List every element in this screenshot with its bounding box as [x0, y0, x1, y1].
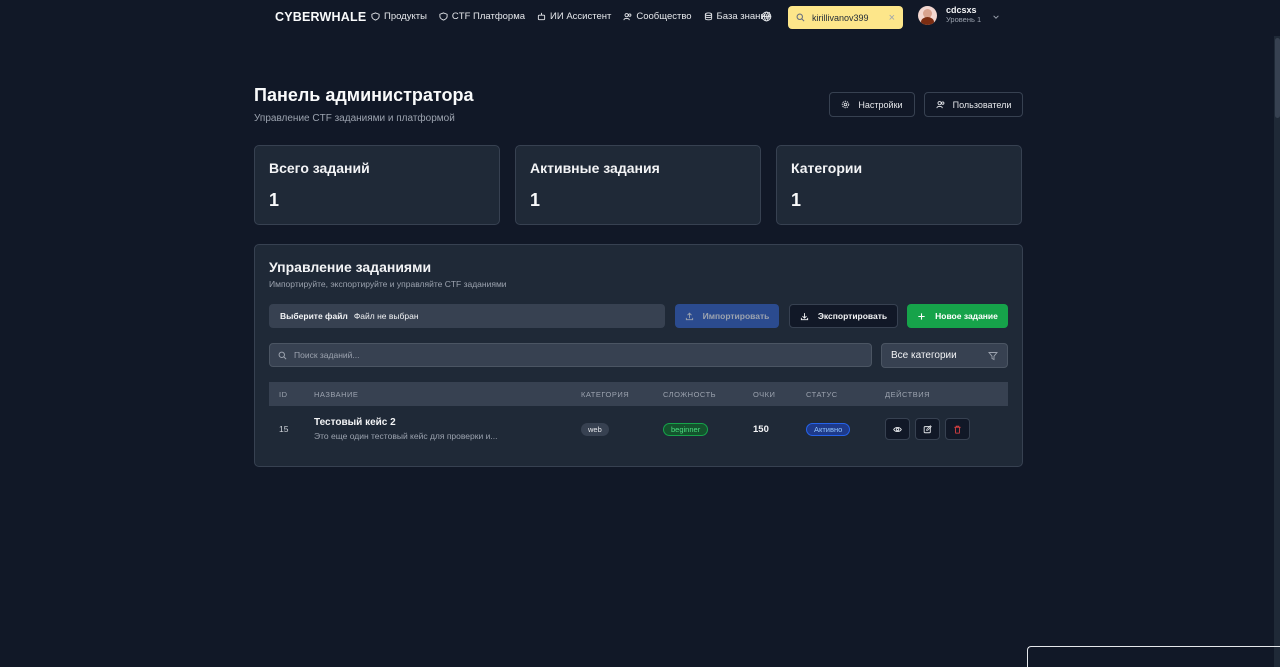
edit-button[interactable]: [915, 418, 940, 440]
clear-icon[interactable]: ×: [889, 12, 895, 24]
filter-icon: [988, 351, 998, 360]
user-menu[interactable]: cdcsxs Уровень 1: [918, 6, 981, 25]
export-button[interactable]: Экспортировать: [789, 304, 898, 328]
stat-value: 1: [269, 190, 280, 210]
task-points: 150: [753, 424, 769, 435]
stat-label: Категории: [791, 160, 863, 176]
import-button[interactable]: Импортировать: [675, 304, 779, 328]
export-label: Экспортировать: [817, 311, 888, 321]
stat-label: Активные задания: [530, 160, 660, 176]
gear-icon: [842, 100, 850, 109]
search-placeholder: Поиск заданий...: [294, 350, 360, 360]
nav-link-ctf[interactable]: CTF Платформа: [439, 11, 525, 22]
col-header-category: КАТЕГОРИЯ: [581, 390, 630, 399]
col-header-status: СТАТУС: [806, 390, 838, 399]
file-input[interactable]: Выберите файл Файл не выбран: [269, 304, 665, 328]
download-icon: [800, 312, 808, 320]
task-id: 15: [279, 424, 289, 434]
trash-icon: [954, 425, 961, 434]
users-icon: [936, 101, 944, 109]
search-value: kirillivanov399: [812, 12, 869, 23]
status-badge: Активно: [806, 423, 851, 436]
globe-icon[interactable]: [761, 11, 772, 22]
col-header-actions: ДЕЙСТВИЯ: [885, 390, 931, 399]
new-task-button[interactable]: Новое задание: [907, 304, 1008, 328]
col-header-points: ОЧКИ: [753, 390, 776, 399]
users-button[interactable]: Пользователи: [924, 92, 1023, 117]
task-management-panel: Управление заданиями Импортируйте, экспо…: [254, 244, 1023, 467]
stat-card-categories: Категории 1: [776, 145, 1022, 225]
search-icon: [278, 351, 287, 359]
nav-search-field[interactable]: kirillivanov399 ×: [788, 6, 903, 29]
top-navbar: CYBERWHALE Продукты CTF Платформа ИИ Асс…: [0, 0, 1280, 36]
stat-card-active: Активные задания 1: [515, 145, 761, 225]
difficulty-badge: beginner: [663, 423, 709, 436]
table-row: 15 Тестовый кейс 2 Это еще один тестовый…: [269, 406, 1008, 452]
user-level: Уровень 1: [946, 15, 982, 25]
col-header-id: ID: [279, 390, 288, 399]
edit-icon: [923, 424, 932, 433]
task-title: Тестовый кейс 2: [314, 417, 396, 428]
task-description: Это еще один тестовый кейс для проверки …: [314, 431, 498, 441]
chevron-down-icon[interactable]: [992, 13, 1000, 21]
scrollbar-thumb[interactable]: [1275, 38, 1280, 118]
nav-link-label: ИИ Ассистент: [550, 11, 612, 22]
avatar: [918, 6, 937, 25]
nav-link-label: Сообщество: [636, 11, 692, 22]
page-title: Панель администратора: [254, 85, 474, 105]
panel-subtitle: Импортируйте, экспортируйте и управляйте…: [269, 279, 507, 289]
category-select[interactable]: Все категории: [881, 343, 1008, 368]
file-status: Файл не выбран: [353, 311, 419, 321]
task-search-input[interactable]: Поиск заданий...: [269, 343, 872, 367]
stat-value: 1: [530, 190, 541, 210]
page-subtitle: Управление CTF заданиями и платформой: [254, 113, 455, 124]
eye-icon: [893, 426, 902, 432]
stat-label: Всего заданий: [269, 160, 370, 176]
delete-button[interactable]: [945, 418, 970, 440]
col-header-difficulty: СЛОЖНОСТЬ: [663, 390, 717, 399]
upload-icon: [685, 312, 693, 320]
users-label: Пользователи: [952, 99, 1012, 110]
nav-link-ai[interactable]: ИИ Ассистент: [537, 11, 611, 22]
shield-icon: [371, 12, 380, 21]
import-label: Импортировать: [702, 311, 770, 321]
panel-title: Управление заданиями: [269, 259, 432, 275]
choose-file-button[interactable]: Выберите файл: [280, 311, 348, 321]
nav-link-label: Продукты: [384, 11, 427, 22]
nav-link-community[interactable]: Сообщество: [623, 11, 692, 22]
shield-icon: [439, 12, 448, 21]
col-header-name: НАЗВАНИЕ: [314, 390, 359, 399]
category-badge: web: [581, 423, 609, 436]
nav-link-label: CTF Платформа: [451, 11, 526, 22]
table-header: ID НАЗВАНИЕ КАТЕГОРИЯ СЛОЖНОСТЬ ОЧКИ СТА…: [269, 382, 1008, 406]
nav-link-products[interactable]: Продукты: [371, 11, 427, 22]
category-selected: Все категории: [891, 350, 957, 361]
view-button[interactable]: [885, 418, 910, 440]
nav-links: Продукты CTF Платформа ИИ Ассистент Сооб…: [371, 11, 771, 22]
database-icon: [704, 12, 712, 21]
settings-button[interactable]: Настройки: [829, 92, 915, 117]
notification-edge: [1027, 646, 1280, 667]
stat-value: 1: [791, 190, 802, 210]
search-icon: [796, 13, 805, 22]
plus-icon: [918, 312, 925, 320]
logo[interactable]: CYBERWHALE: [275, 10, 366, 24]
new-task-label: Новое задание: [935, 311, 998, 321]
bot-icon: [537, 12, 546, 21]
settings-label: Настройки: [858, 99, 903, 110]
stat-card-total: Всего заданий 1: [254, 145, 500, 225]
users-icon: [623, 13, 632, 21]
scrollbar[interactable]: [1274, 36, 1280, 667]
